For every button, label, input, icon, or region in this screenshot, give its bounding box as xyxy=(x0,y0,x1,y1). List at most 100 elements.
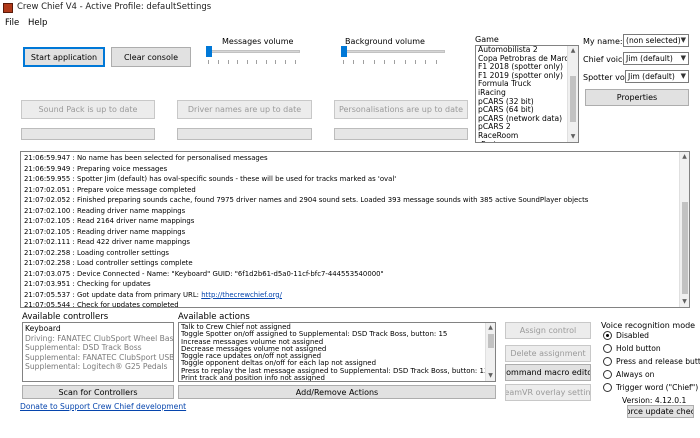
console-line: 21:06:59.955 : Spotter Jim (default) has… xyxy=(21,174,689,185)
spotter-voice-value: Jim (default) xyxy=(628,72,675,81)
console-line: 21:06:59.949 : Preparing voice messages xyxy=(21,164,689,175)
scroll-down-icon[interactable]: ▼ xyxy=(486,371,495,381)
personalisations-progress xyxy=(334,128,468,140)
voice-mode-radio[interactable]: Trigger word ("Chief") xyxy=(603,383,698,392)
radio-button-icon[interactable] xyxy=(603,357,612,366)
delete-assignment-button[interactable]: Delete assignment xyxy=(505,345,591,362)
my-name-label: My name: xyxy=(583,37,623,46)
radio-button-icon[interactable] xyxy=(603,344,612,353)
voice-mode-radio[interactable]: Disabled xyxy=(603,331,649,340)
console-line: 21:07:05.544 : Check for updates complet… xyxy=(21,300,689,307)
console-line: 21:07:02.052 : Finished preparing sounds… xyxy=(21,195,689,206)
chevron-down-icon: ▼ xyxy=(680,36,686,44)
console-line-text: 21:07:02.105 : Read 2164 driver name map… xyxy=(24,217,195,225)
controllers-list[interactable]: Keyboard Driving: FANATEC ClubSport Wheel… xyxy=(22,322,174,382)
console-line-text: 21:07:02.100 : Reading driver name mappi… xyxy=(24,206,186,215)
scan-controllers-button[interactable]: Scan for Controllers xyxy=(22,385,174,399)
console-line-text: 21:07:02.052 : Finished preparing sounds… xyxy=(24,196,589,204)
driver-names-button[interactable]: Driver names are up to date xyxy=(177,100,312,119)
sound-pack-progress xyxy=(21,128,155,140)
chief-voice-value: Jim (default) xyxy=(626,54,673,63)
console-line: 21:07:02.051 : Prepare voice message com… xyxy=(21,185,689,196)
console-line-text: 21:07:05.537 : Got update data from prim… xyxy=(24,290,202,299)
scroll-up-icon[interactable]: ▲ xyxy=(680,152,689,162)
scroll-down-icon[interactable]: ▼ xyxy=(568,132,578,142)
background-volume-ticks xyxy=(341,60,445,65)
menu-bar: File Help xyxy=(0,17,700,30)
voice-mode-label: Press and release button xyxy=(616,357,700,366)
actions-title: Available actions xyxy=(178,312,250,322)
console-line-text: 21:07:02.258 : Load controller settings … xyxy=(24,259,193,267)
donate-link[interactable]: Donate to Support Crew Chief development xyxy=(20,402,186,411)
controller-item[interactable]: Supplemental: FANATEC ClubSport USB Ada xyxy=(23,353,173,363)
scroll-up-icon[interactable]: ▲ xyxy=(486,323,495,333)
add-remove-actions-button[interactable]: Add/Remove Actions xyxy=(178,385,496,399)
radio-button-icon[interactable] xyxy=(603,370,612,379)
menu-file[interactable]: File xyxy=(5,18,19,28)
background-volume-label: Background volume xyxy=(345,37,425,46)
steamvr-overlay-settings-button[interactable]: SteamVR overlay settings xyxy=(505,384,591,401)
console-line-text: 21:06:59.947 : No name has been selected… xyxy=(24,154,268,162)
menu-help[interactable]: Help xyxy=(28,18,47,28)
radio-button-icon[interactable] xyxy=(603,331,612,340)
scroll-up-icon[interactable]: ▲ xyxy=(568,46,578,56)
messages-volume-track xyxy=(206,50,300,53)
voice-mode-radio[interactable]: Always on xyxy=(603,370,655,379)
clear-console-button[interactable]: Clear console xyxy=(111,47,191,67)
chevron-down-icon: ▼ xyxy=(680,72,686,80)
console-line-text: 21:06:59.955 : Spotter Jim (default) has… xyxy=(24,175,397,183)
messages-volume-label: Messages volume xyxy=(222,37,294,46)
update-url-link[interactable]: http://thecrewchief.org/ xyxy=(201,291,282,299)
game-list[interactable]: Automobilista 2 Copa Petrobras de Marcas F… xyxy=(475,45,579,143)
console-line-text: 21:07:02.258 : Loading controller settin… xyxy=(24,248,169,257)
actions-list[interactable]: Talk to Crew Chief not assigned Toggle Sp… xyxy=(178,322,496,382)
background-volume-slider[interactable] xyxy=(341,46,347,57)
voice-mode-radio[interactable]: Press and release button xyxy=(603,357,700,366)
messages-volume-slider[interactable] xyxy=(206,46,212,57)
radio-button-icon[interactable] xyxy=(603,383,612,392)
start-application-button[interactable]: Start application xyxy=(23,47,105,67)
scroll-down-icon[interactable]: ▼ xyxy=(680,297,689,307)
game-label: Game xyxy=(475,35,499,44)
console-line: 21:07:05.537 : Got update data from prim… xyxy=(21,290,689,301)
voice-mode-radio[interactable]: Hold button xyxy=(603,344,661,353)
my-name-select[interactable]: (non selected) ▼ xyxy=(623,34,689,47)
voice-mode-label: Trigger word ("Chief") xyxy=(616,383,699,392)
my-name-value: (non selected) xyxy=(626,36,681,45)
actions-scrollbar[interactable]: ▲ ▼ xyxy=(485,323,495,381)
driver-names-progress xyxy=(177,128,312,140)
game-list-scroll-thumb[interactable] xyxy=(570,76,576,122)
window-title: Crew Chief V4 - Active Profile: defaultS… xyxy=(17,2,212,12)
controllers-title: Available controllers xyxy=(22,312,109,322)
messages-volume-ticks xyxy=(206,60,300,65)
assign-control-button[interactable]: Assign control xyxy=(505,322,591,339)
controller-item[interactable]: Driving: FANATEC ClubSport Wheel Base V2 xyxy=(23,334,173,344)
console-scroll-thumb[interactable] xyxy=(682,202,688,294)
spotter-voice-select[interactable]: Jim (default) ▼ xyxy=(625,70,689,83)
game-list-item[interactable]: rFactor xyxy=(476,140,568,142)
force-update-check-button[interactable]: Force update check xyxy=(627,405,694,418)
chevron-down-icon: ▼ xyxy=(680,54,686,62)
console-line: 21:07:02.111 : Read 422 driver name mapp… xyxy=(21,237,689,248)
actions-scroll-thumb[interactable] xyxy=(488,334,494,348)
console-line-text: 21:07:02.105 : Reading driver name mappi… xyxy=(24,227,186,236)
console-output[interactable]: 21:06:59.947 : No name has been selected… xyxy=(20,151,690,308)
command-macro-editor-button[interactable]: Command macro editor xyxy=(505,364,591,381)
properties-button[interactable]: Properties xyxy=(585,89,689,106)
console-line: 21:07:02.100 : Reading driver name mappi… xyxy=(21,206,689,217)
console-line: 21:07:02.258 : Loading controller settin… xyxy=(21,248,689,259)
personalisations-button[interactable]: Personalisations are up to date xyxy=(334,100,468,119)
controller-item[interactable]: Supplemental: DSD Track Boss xyxy=(23,343,173,353)
action-item[interactable]: Print track and position info not assign… xyxy=(179,374,495,381)
console-line-text: 21:07:02.051 : Prepare voice message com… xyxy=(24,185,196,194)
version-label: Version: 4.12.0.1 xyxy=(622,396,687,405)
console-line: 21:07:03.075 : Device Connected - Name: … xyxy=(21,269,689,280)
console-line: 21:07:02.258 : Load controller settings … xyxy=(21,258,689,269)
controller-item[interactable]: Supplemental: Logitech® G25 Pedals xyxy=(23,362,173,372)
game-list-scrollbar[interactable]: ▲ ▼ xyxy=(567,46,578,142)
console-scrollbar[interactable]: ▲ ▼ xyxy=(679,152,689,307)
sound-pack-button[interactable]: Sound Pack is up to date xyxy=(21,100,155,119)
chief-voice-select[interactable]: Jim (default) ▼ xyxy=(623,52,689,65)
controller-item[interactable]: Keyboard xyxy=(23,324,173,334)
voice-mode-label: Always on xyxy=(616,370,655,379)
